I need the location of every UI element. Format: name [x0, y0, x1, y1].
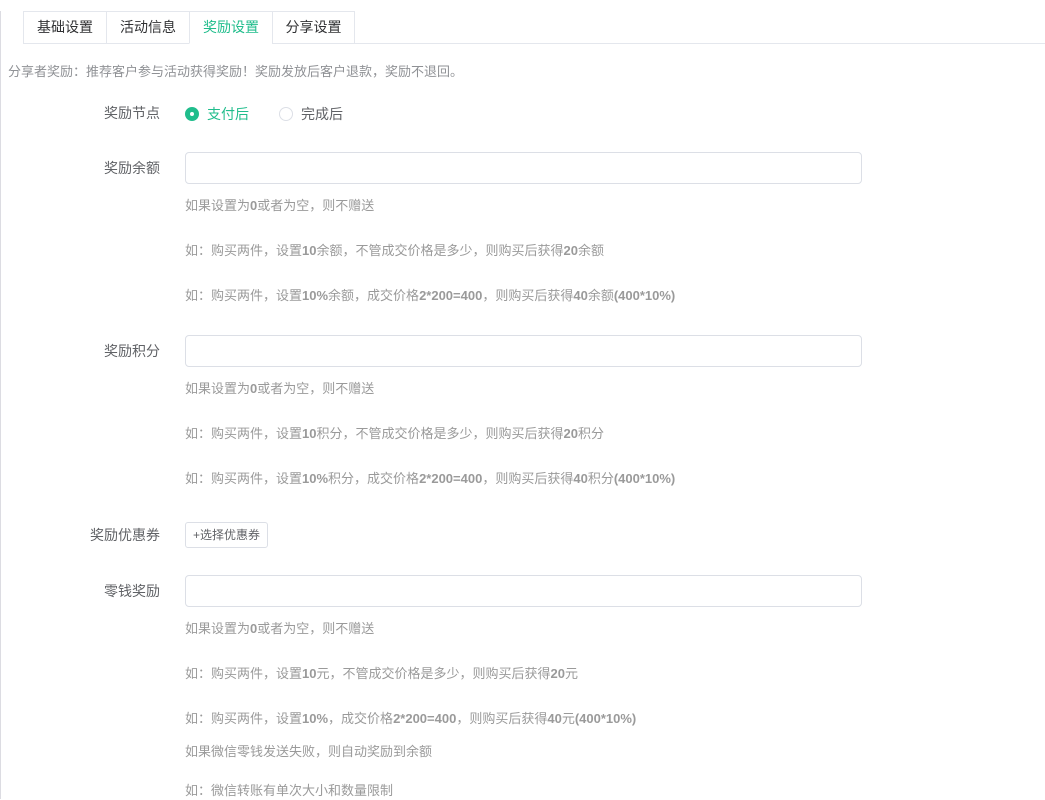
reward-points-helper-2: 如：购买两件，设置10积分，不管成交价格是多少，则购买后获得20积分: [185, 424, 1045, 443]
reward-node-row: 奖励节点 支付后 完成后: [0, 104, 1045, 123]
share-reward-note: 分享者奖励：推荐客户参与活动获得奖励！奖励发放后客户退款，奖励不退回。: [8, 63, 1045, 81]
reward-coupon-row: 奖励优惠券 +选择优惠券: [0, 522, 1045, 548]
reward-balance-input[interactable]: [185, 152, 862, 184]
reward-points-helper-3: 如：购买两件，设置10%积分，成交价格2*200=400，则购买后获得40积分(…: [185, 469, 1045, 488]
cash-reward-helper-1: 如果设置为0或者为空，则不赠送: [185, 619, 1045, 638]
reward-balance-helper-2: 如：购买两件，设置10余额，不管成交价格是多少，则购买后获得20余额: [185, 241, 1045, 260]
reward-node-radio-group: 支付后 完成后: [185, 104, 1045, 123]
cash-reward-input[interactable]: [185, 575, 862, 607]
reward-points-helper-1: 如果设置为0或者为空，则不赠送: [185, 379, 1045, 398]
tab-share-settings[interactable]: 分享设置: [272, 11, 355, 43]
radio-after-payment-label: 支付后: [207, 104, 249, 124]
reward-settings-form: 奖励节点 支付后 完成后 奖励余额 如果设置为0或者为空，则不赠送 如：购买两件…: [0, 104, 1045, 800]
reward-node-label: 奖励节点: [0, 104, 160, 123]
cash-reward-helper-5: 如：微信转账有单次大小和数量限制: [185, 781, 1045, 800]
reward-coupon-label: 奖励优惠券: [0, 522, 160, 548]
tab-reward-settings[interactable]: 奖励设置: [189, 11, 272, 44]
reward-balance-helper-3: 如：购买两件，设置10%余额，成交价格2*200=400，则购买后获得40余额(…: [185, 286, 1045, 305]
tab-basic-settings[interactable]: 基础设置: [23, 11, 106, 43]
cash-reward-helper-3: 如：购买两件，设置10%，成交价格2*200=400，则购买后获得40元(400…: [185, 709, 1045, 728]
radio-after-completion[interactable]: 完成后: [279, 104, 343, 124]
reward-balance-row: 奖励余额 如果设置为0或者为空，则不赠送 如：购买两件，设置10余额，不管成交价…: [0, 152, 1045, 305]
select-coupon-button[interactable]: +选择优惠券: [185, 522, 268, 548]
reward-points-input[interactable]: [185, 335, 862, 367]
reward-balance-helper-1: 如果设置为0或者为空，则不赠送: [185, 196, 1045, 215]
tab-activity-info[interactable]: 活动信息: [106, 11, 189, 43]
reward-points-row: 奖励积分 如果设置为0或者为空，则不赠送 如：购买两件，设置10积分，不管成交价…: [0, 335, 1045, 488]
settings-tab-bar: 基础设置 活动信息 奖励设置 分享设置: [23, 11, 1045, 44]
radio-after-payment[interactable]: 支付后: [185, 104, 249, 124]
cash-reward-label: 零钱奖励: [0, 575, 160, 607]
radio-after-completion-label: 完成后: [301, 104, 343, 124]
reward-points-label: 奖励积分: [0, 335, 160, 367]
panel-left-edge: [0, 11, 1, 799]
radio-unchecked-icon: [279, 107, 293, 121]
radio-checked-icon: [185, 107, 199, 121]
cash-reward-helper-2: 如：购买两件，设置10元，不管成交价格是多少，则购买后获得20元: [185, 664, 1045, 683]
cash-reward-row: 零钱奖励 如果设置为0或者为空，则不赠送 如：购买两件，设置10元，不管成交价格…: [0, 575, 1045, 800]
cash-reward-helper-4: 如果微信零钱发送失败，则自动奖励到余额: [185, 742, 1045, 761]
reward-balance-label: 奖励余额: [0, 152, 160, 184]
